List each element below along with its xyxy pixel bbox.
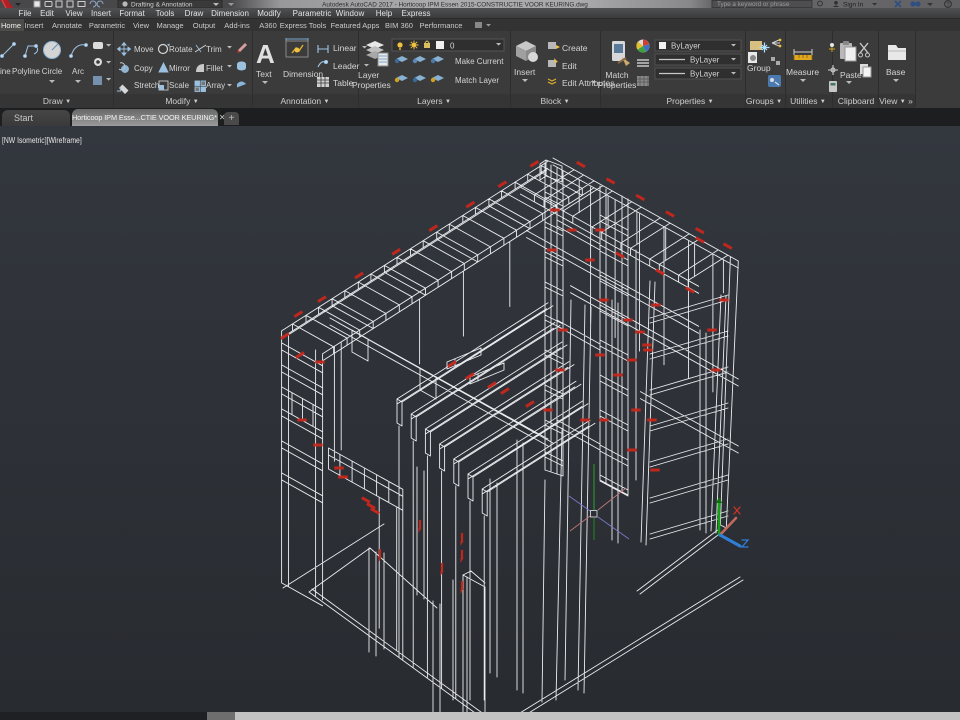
svg-text:Polyline: Polyline bbox=[12, 67, 41, 76]
svg-text:Layer: Layer bbox=[358, 70, 379, 80]
svg-text:Properties: Properties bbox=[598, 80, 637, 90]
svg-text:Drafting & Annotation: Drafting & Annotation bbox=[131, 1, 193, 8]
svg-text:Copy: Copy bbox=[134, 64, 153, 73]
svg-text:ByLayer: ByLayer bbox=[690, 70, 720, 79]
svg-text:Circle: Circle bbox=[42, 67, 63, 76]
svg-text:Scale: Scale bbox=[169, 81, 190, 90]
svg-text:Measure: Measure bbox=[786, 67, 819, 77]
svg-text:Base: Base bbox=[886, 67, 906, 77]
svg-text:Arc: Arc bbox=[72, 67, 84, 76]
svg-text:ine: ine bbox=[0, 67, 11, 76]
svg-text:ByLayer: ByLayer bbox=[671, 42, 701, 51]
svg-text:Array: Array bbox=[206, 81, 225, 90]
svg-text:Match: Match bbox=[605, 70, 628, 80]
svg-text:Match Layer: Match Layer bbox=[455, 76, 499, 85]
svg-text:Leader: Leader bbox=[333, 61, 360, 71]
svg-text:Group: Group bbox=[747, 63, 771, 73]
svg-text:Mirror: Mirror bbox=[169, 64, 190, 73]
svg-text:A: A bbox=[256, 39, 275, 69]
svg-text:Sign In: Sign In bbox=[843, 1, 864, 8]
svg-text:Stretch: Stretch bbox=[134, 81, 159, 90]
svg-text:Move: Move bbox=[134, 45, 154, 54]
svg-text:Create: Create bbox=[562, 43, 588, 53]
svg-text:Fillet: Fillet bbox=[206, 64, 224, 73]
svg-text:Autodesk AutoCAD 2017 - Hortic: Autodesk AutoCAD 2017 - Horticoop IPM Es… bbox=[322, 1, 588, 8]
svg-text:Table: Table bbox=[333, 78, 354, 88]
svg-text:ByLayer: ByLayer bbox=[690, 56, 720, 65]
svg-text:0: 0 bbox=[450, 42, 455, 51]
svg-text:Make Current: Make Current bbox=[455, 57, 504, 66]
svg-text:Linear: Linear bbox=[333, 43, 357, 53]
svg-text:Insert: Insert bbox=[514, 67, 536, 77]
svg-text:Text: Text bbox=[256, 69, 272, 79]
svg-text:Type a keyword or phrase: Type a keyword or phrase bbox=[717, 1, 790, 8]
svg-text:Rotate: Rotate bbox=[169, 45, 193, 54]
svg-text:Trim: Trim bbox=[206, 45, 222, 54]
svg-text:Edit: Edit bbox=[562, 61, 577, 71]
svg-text:Properties: Properties bbox=[352, 80, 391, 90]
svg-text:Paste: Paste bbox=[840, 70, 862, 80]
